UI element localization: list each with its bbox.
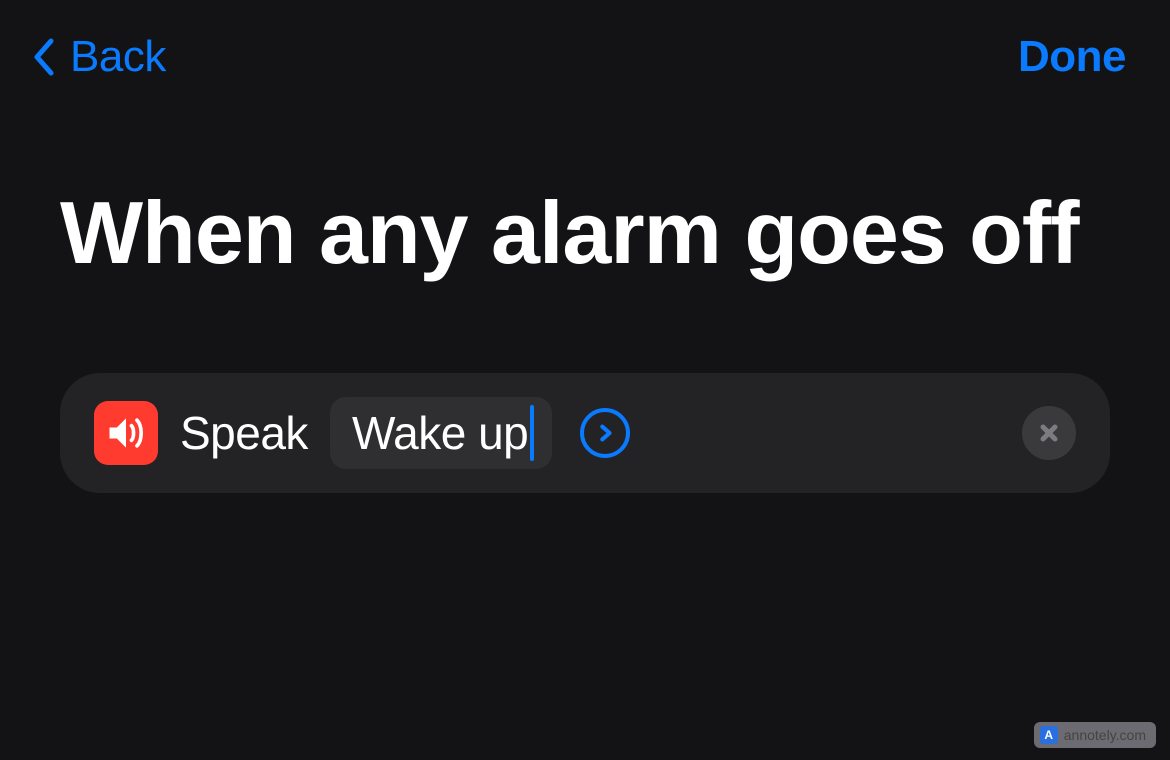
done-button[interactable]: Done — [1018, 32, 1126, 82]
watermark-logo: A — [1040, 726, 1058, 744]
nav-bar: Back Done — [0, 0, 1170, 82]
done-label: Done — [1018, 32, 1126, 81]
text-caret — [530, 405, 534, 461]
back-button[interactable]: Back — [28, 32, 166, 82]
expand-button[interactable] — [580, 408, 630, 458]
action-card: Speak Wake up — [60, 373, 1110, 493]
speak-action-label: Speak — [180, 406, 308, 460]
back-label: Back — [70, 32, 166, 82]
speak-text-value: Wake up — [352, 406, 528, 460]
speaker-icon — [94, 401, 158, 465]
chevron-left-icon — [28, 35, 58, 79]
watermark: A annotely.com — [1034, 722, 1156, 748]
close-icon — [1037, 421, 1061, 445]
page-title: When any alarm goes off — [0, 82, 1170, 283]
watermark-text: annotely.com — [1064, 727, 1146, 743]
clear-button[interactable] — [1022, 406, 1076, 460]
chevron-right-icon — [594, 422, 616, 444]
speak-text-field[interactable]: Wake up — [330, 397, 552, 469]
